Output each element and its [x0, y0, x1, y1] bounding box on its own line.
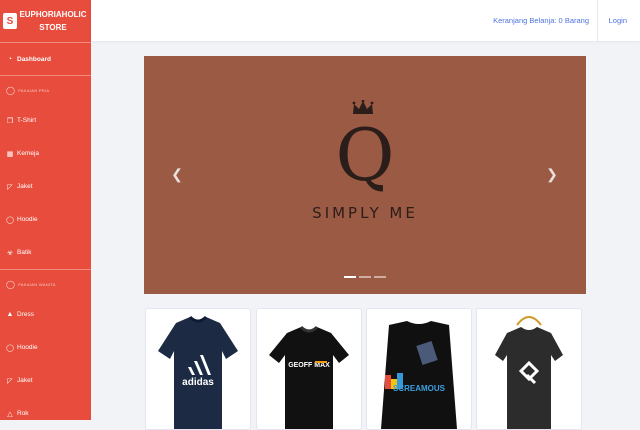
dress-icon: ▲: [6, 311, 14, 318]
slide-caption: SIMPLY ME: [312, 204, 418, 222]
product-print-text: GEOFF MAX: [288, 362, 330, 369]
login-link[interactable]: Login: [609, 0, 627, 41]
product-image: SCREAMOUS: [381, 321, 457, 429]
hoodie-icon: ◯: [6, 216, 14, 224]
product-card[interactable]: adidas: [145, 308, 251, 430]
product-image: adidas: [158, 315, 238, 429]
hero-carousel: ❮ ❯ Q SIMPLY ME: [144, 56, 586, 294]
sidebar-item-label: Hoodie: [17, 216, 38, 223]
sidebar-item-jaket[interactable]: ◸ Jaket: [0, 170, 91, 203]
sidebar-item-label: Jaket: [17, 183, 33, 190]
sidebar-item-rok[interactable]: △ Rok: [0, 397, 91, 420]
carousel-indicators: [344, 276, 389, 278]
product-card[interactable]: SCREAMOUS: [366, 308, 472, 430]
carousel-indicator[interactable]: [344, 276, 356, 278]
sidebar-item-jaket-wanita[interactable]: ◸ Jaket: [0, 364, 91, 397]
sidebar: S EUPHORIAHOLIC STORE ◔ Dashboard ◯ PAKA…: [0, 0, 91, 420]
product-print-text: SCREAMOUS: [393, 384, 446, 393]
product-image: GEOFF MAX: [269, 325, 349, 429]
sidebar-item-label: Batik: [17, 249, 32, 256]
brand[interactable]: S EUPHORIAHOLIC STORE: [0, 0, 91, 42]
sidebar-item-dashboard[interactable]: ◔ Dashboard: [0, 43, 91, 75]
topbar: Keranjang Belanja: 0 Barang Login: [91, 0, 640, 41]
product-image: [495, 316, 563, 429]
jacket-icon: ◸: [7, 377, 13, 385]
sidebar-item-label: Dashboard: [17, 55, 51, 63]
sidebar-heading-wanita: ◯ PAKAIAN WANITA: [0, 270, 91, 298]
sidebar-item-batik[interactable]: ☣ Batik: [0, 236, 91, 269]
cart-link[interactable]: Keranjang Belanja: 0 Barang: [493, 0, 598, 41]
sidebar-item-label: Kemeja: [17, 150, 40, 157]
dashboard-icon: ◔: [7, 55, 13, 63]
sidebar-heading-label: PAKAIAN WANITA: [18, 281, 56, 287]
sidebar-item-label: Dress: [17, 311, 34, 318]
product-print-text: adidas: [182, 377, 214, 388]
batik-icon: ☣: [6, 249, 14, 257]
chevron-right-icon[interactable]: ❯: [546, 166, 558, 182]
sidebar-item-hoodie-wanita[interactable]: ◯ Hoodie: [0, 331, 91, 364]
crown-icon: [352, 100, 374, 114]
sidebar-item-label: Hoodie: [17, 344, 38, 351]
carousel-indicator[interactable]: [374, 276, 386, 278]
product-card[interactable]: GEOFF MAX: [256, 308, 362, 430]
product-card[interactable]: [476, 308, 582, 430]
sidebar-item-label: T-Shirt: [17, 117, 37, 124]
hoodie-icon: ◯: [6, 344, 14, 352]
brand-q-logo: Q: [335, 116, 394, 196]
shirt-outline-icon: ◯: [6, 85, 16, 95]
tshirt-icon: ❐: [6, 117, 14, 125]
jacket-icon: ◸: [7, 183, 13, 191]
slide-logo-letter: Q: [335, 116, 394, 196]
sidebar-heading-label: PAKAIAN PRIA: [18, 87, 50, 93]
sidebar-item-tshirt[interactable]: ❐ T-Shirt: [0, 104, 91, 137]
chevron-left-icon[interactable]: ❮: [171, 166, 183, 182]
sidebar-item-hoodie[interactable]: ◯ Hoodie: [0, 203, 91, 236]
brand-name: EUPHORIAHOLIC STORE: [19, 10, 87, 32]
sidebar-item-dress[interactable]: ▲ Dress: [0, 298, 91, 331]
shirt-outline-icon: ◯: [6, 279, 16, 289]
sidebar-heading-pria: ◯ PAKAIAN PRIA: [0, 76, 91, 104]
skirt-icon: △: [7, 410, 13, 418]
shopify-bag-icon: S: [3, 13, 17, 29]
sidebar-item-label: Rok: [17, 410, 29, 417]
sidebar-item-label: Jaket: [17, 377, 33, 384]
shirt-icon: ▦: [6, 150, 14, 158]
carousel-indicator[interactable]: [359, 276, 371, 278]
sidebar-item-kemeja[interactable]: ▦ Kemeja: [0, 137, 91, 170]
